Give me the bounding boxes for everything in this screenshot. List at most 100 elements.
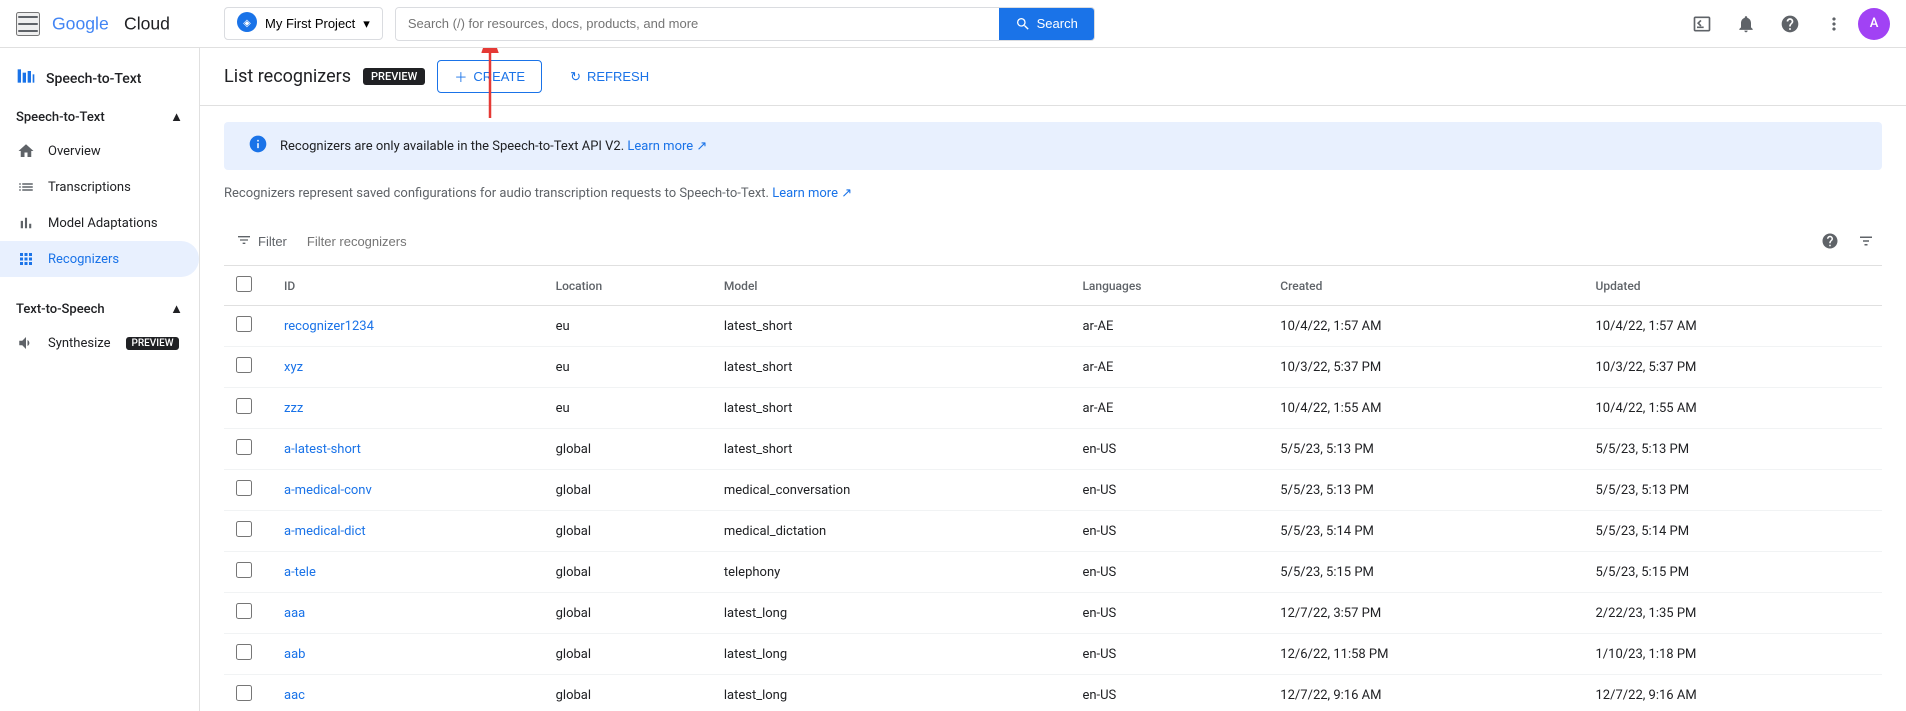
header-updated: Updated [1584,266,1883,306]
row-location-1: eu [544,347,712,388]
recognizer-link-6[interactable]: a-tele [284,565,316,580]
row-checkbox-0[interactable] [236,316,252,332]
refresh-icon: ↻ [570,69,581,85]
table-row: recognizer1234 eu latest_short ar-AE 10/… [224,306,1882,347]
app-layout: Speech-to-Text Speech-to-Text ▲ Overview… [0,48,1906,711]
terminal-button[interactable] [1682,4,1722,44]
row-created-8: 12/6/22, 11:58 PM [1268,634,1583,675]
row-checkbox-4[interactable] [236,480,252,496]
row-checkbox-cell [224,429,272,470]
row-model-1: latest_short [712,347,1071,388]
menu-button[interactable] [16,12,40,36]
row-model-6: telephony [712,552,1071,593]
header-languages: Languages [1070,266,1268,306]
header-created: Created [1268,266,1583,306]
create-button[interactable]: ＋ CREATE [437,60,542,93]
row-checkbox-5[interactable] [236,521,252,537]
svg-text:◈: ◈ [243,18,251,29]
sidebar-item-transcriptions[interactable]: Transcriptions [0,169,199,205]
recognizer-link-9[interactable]: aac [284,688,305,703]
row-checkbox-9[interactable] [236,685,252,701]
sidebar-item-model-adaptations[interactable]: Model Adaptations [0,205,199,241]
create-label: CREATE [473,69,525,84]
sidebar-item-recognizers[interactable]: Recognizers [0,241,199,277]
external-link-icon: ↗ [696,139,707,154]
recognizer-link-7[interactable]: aaa [284,606,305,621]
row-created-5: 5/5/23, 5:14 PM [1268,511,1583,552]
sidebar-item-overview[interactable]: Overview [0,133,199,169]
table-row: aac global latest_long en-US 12/7/22, 9:… [224,675,1882,711]
row-languages-0: ar-AE [1070,306,1268,347]
row-id-2: zzz [272,388,544,429]
tts-collapse-icon: ▲ [170,301,183,317]
row-checkbox-6[interactable] [236,562,252,578]
row-id-4: a-medical-conv [272,470,544,511]
table-help-button[interactable] [1814,225,1846,257]
search-input[interactable] [396,8,999,39]
table-header-row: ID Location Model Languages Created Upda… [224,266,1882,306]
row-updated-3: 5/5/23, 5:13 PM [1584,429,1883,470]
column-visibility-button[interactable] [1850,225,1882,257]
row-checkbox-1[interactable] [236,357,252,373]
filter-input[interactable] [307,234,1806,249]
row-checkbox-cell [224,511,272,552]
project-selector[interactable]: ◈ My First Project ▾ [224,7,383,40]
table-row: a-latest-short global latest_short en-US… [224,429,1882,470]
table-row: xyz eu latest_short ar-AE 10/3/22, 5:37 … [224,347,1882,388]
speech-to-text-header[interactable]: Speech-to-Text ▲ [0,101,199,133]
text-to-speech-header[interactable]: Text-to-Speech ▲ [0,293,199,325]
recognizers-table: ID Location Model Languages Created Upda… [224,266,1882,711]
recognizer-link-1[interactable]: xyz [284,360,303,375]
row-location-9: global [544,675,712,711]
project-name: My First Project [265,16,355,31]
more-options-button[interactable] [1814,4,1854,44]
sidebar-item-synthesize[interactable]: Synthesize PREVIEW [0,325,199,361]
row-location-7: global [544,593,712,634]
model-adaptations-label: Model Adaptations [48,216,158,231]
search-button[interactable]: Search [999,8,1094,40]
recognizer-link-3[interactable]: a-latest-short [284,442,361,457]
project-icon: ◈ [237,12,257,35]
description: Recognizers represent saved configuratio… [200,178,1906,217]
create-plus-icon: ＋ [454,67,467,86]
row-id-0: recognizer1234 [272,306,544,347]
home-icon [16,141,36,161]
row-checkbox-2[interactable] [236,398,252,414]
recognizer-link-2[interactable]: zzz [284,401,303,416]
filter-button[interactable]: Filter [224,226,299,257]
table-action-icons [1814,225,1882,257]
row-model-4: medical_conversation [712,470,1071,511]
table-row: aab global latest_long en-US 12/6/22, 11… [224,634,1882,675]
help-button[interactable] [1770,4,1810,44]
recognizer-link-5[interactable]: a-medical-dict [284,524,366,539]
recognizer-link-0[interactable]: recognizer1234 [284,319,374,334]
google-cloud-logo[interactable]: Google Cloud [52,12,212,36]
recognizer-link-4[interactable]: a-medical-conv [284,483,372,498]
row-created-4: 5/5/23, 5:13 PM [1268,470,1583,511]
row-updated-4: 5/5/23, 5:13 PM [1584,470,1883,511]
row-checkbox-8[interactable] [236,644,252,660]
row-created-1: 10/3/22, 5:37 PM [1268,347,1583,388]
synthesize-preview-badge: PREVIEW [126,337,178,350]
refresh-button[interactable]: ↻ REFRESH [554,63,665,91]
row-languages-6: en-US [1070,552,1268,593]
row-created-2: 10/4/22, 1:55 AM [1268,388,1583,429]
header-model: Model [712,266,1071,306]
dropdown-icon: ▾ [363,16,370,32]
row-checkbox-cell [224,634,272,675]
select-all-checkbox[interactable] [236,276,252,292]
notifications-button[interactable] [1726,4,1766,44]
description-learn-more-link[interactable]: Learn more ↗ [772,186,852,201]
row-languages-3: en-US [1070,429,1268,470]
row-checkbox-3[interactable] [236,439,252,455]
row-checkbox-7[interactable] [236,603,252,619]
svg-text:Cloud: Cloud [124,13,170,33]
desc-external-link-icon: ↗ [841,186,852,201]
row-created-7: 12/7/22, 3:57 PM [1268,593,1583,634]
row-updated-5: 5/5/23, 5:14 PM [1584,511,1883,552]
sidebar: Speech-to-Text Speech-to-Text ▲ Overview… [0,48,200,711]
text-to-speech-section: Text-to-Speech ▲ Synthesize PREVIEW [0,285,199,369]
avatar[interactable]: A [1858,8,1890,40]
info-learn-more-link[interactable]: Learn more ↗ [627,139,707,154]
recognizer-link-8[interactable]: aab [284,647,305,662]
